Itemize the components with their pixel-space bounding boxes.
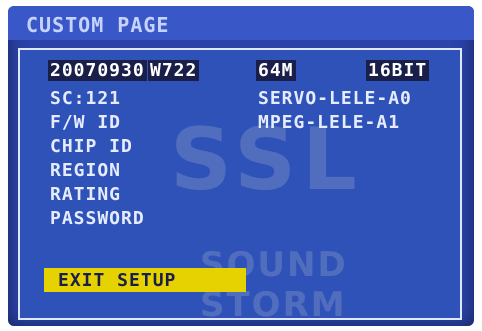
mpeg-id: MPEG-LELE-A1 [258,112,401,133]
page-title: CUSTOM PAGE [26,13,170,37]
servo-id: SERVO-LELE-A0 [258,88,412,109]
password-label: PASSWORD [50,208,145,229]
exit-setup-button[interactable]: EXIT SETUP [44,268,246,292]
exit-setup-label: EXIT SETUP [58,269,177,291]
bit-depth: 16BIT [366,60,430,81]
region-label: REGION [50,160,122,181]
chip-id-label: CHIP ID [50,136,133,157]
tv-screen: CUSTOM PAGE SSL SOUND STORM 20070930 W72… [8,6,474,326]
date-code: 20070930 [48,60,147,81]
build-code: W722 [148,60,200,81]
memory-size: 64M [256,60,296,81]
fw-id-label: F/W ID [50,112,122,133]
rating-label: RATING [50,184,122,205]
brand-watermark: SSL SOUND STORM [170,110,430,318]
header-bar: CUSTOM PAGE [8,6,474,40]
sc-value: SC:121 [50,88,122,109]
info-panel: SSL SOUND STORM 20070930 W722 64M 16BIT … [18,48,462,320]
